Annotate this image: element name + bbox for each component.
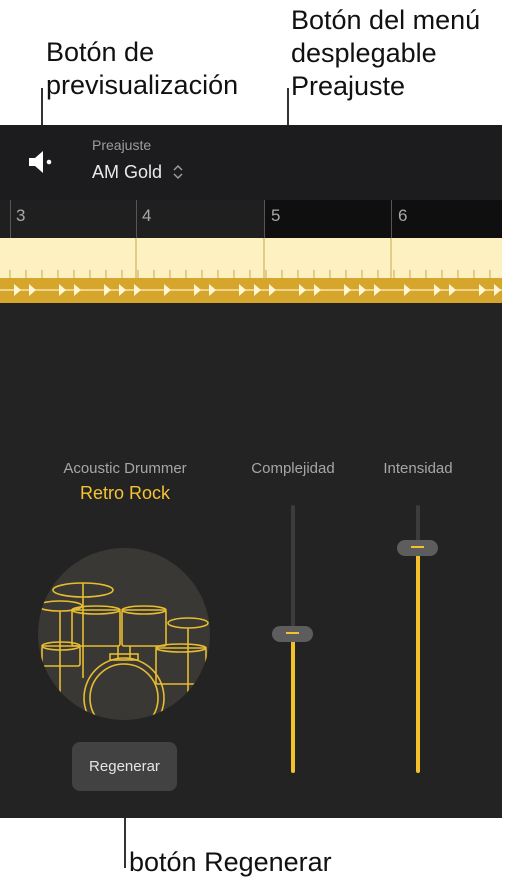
drummer-label: Acoustic Drummer bbox=[63, 460, 187, 477]
drummer-name[interactable]: Retro Rock bbox=[0, 483, 250, 504]
ruler-bar-number: 3 bbox=[16, 206, 26, 225]
ruler-tick bbox=[264, 200, 265, 238]
intensity-slider-thumb[interactable] bbox=[397, 539, 438, 556]
callout-preview-line2: previsualización bbox=[46, 70, 239, 100]
callout-preset-menu: Botón del menú desplegable Preajuste bbox=[291, 4, 480, 103]
drum-kit-icon bbox=[38, 582, 209, 720]
ruler-bar-number: 6 bbox=[398, 206, 408, 225]
ruler-bar-number: 5 bbox=[271, 206, 281, 225]
callout-preset-line2: desplegable bbox=[291, 38, 437, 68]
drummer-editor-panel: Preajuste AM Gold 3 4 5 6 Acoustic Drumm… bbox=[0, 125, 502, 818]
callout-preset-line1: Botón del menú bbox=[291, 5, 481, 35]
callout-preview-line1: Botón de bbox=[46, 37, 155, 67]
ruler-tick bbox=[136, 200, 137, 238]
callout-regenerate: botón Regenerar bbox=[129, 847, 332, 877]
bar-ruler[interactable]: 3 4 5 6 bbox=[0, 200, 502, 238]
ruler-playback-region bbox=[264, 200, 502, 238]
up-down-chevron-icon[interactable] bbox=[172, 163, 184, 181]
drummer-region[interactable] bbox=[0, 238, 502, 303]
preset-label: Preajuste bbox=[92, 137, 152, 153]
callout-preview: Botón de previsualización bbox=[46, 36, 238, 102]
ruler-tick bbox=[10, 200, 11, 238]
complexity-slider-thumb[interactable] bbox=[272, 625, 313, 642]
complexity-slider-fill bbox=[291, 633, 295, 773]
intensity-slider-fill bbox=[416, 547, 420, 773]
callout-preset-line3: Preajuste bbox=[291, 71, 406, 101]
header-bar: Preajuste AM Gold bbox=[0, 125, 502, 200]
intensity-label: Intensidad bbox=[383, 460, 453, 477]
speaker-icon[interactable] bbox=[26, 147, 56, 177]
preset-dropdown[interactable]: AM Gold bbox=[92, 162, 162, 183]
ruler-tick bbox=[391, 200, 392, 238]
drummer-image[interactable] bbox=[38, 548, 210, 720]
ruler-bar-number: 4 bbox=[142, 206, 152, 225]
regenerate-button[interactable]: Regenerar bbox=[72, 742, 177, 791]
complexity-label: Complejidad bbox=[251, 460, 335, 477]
